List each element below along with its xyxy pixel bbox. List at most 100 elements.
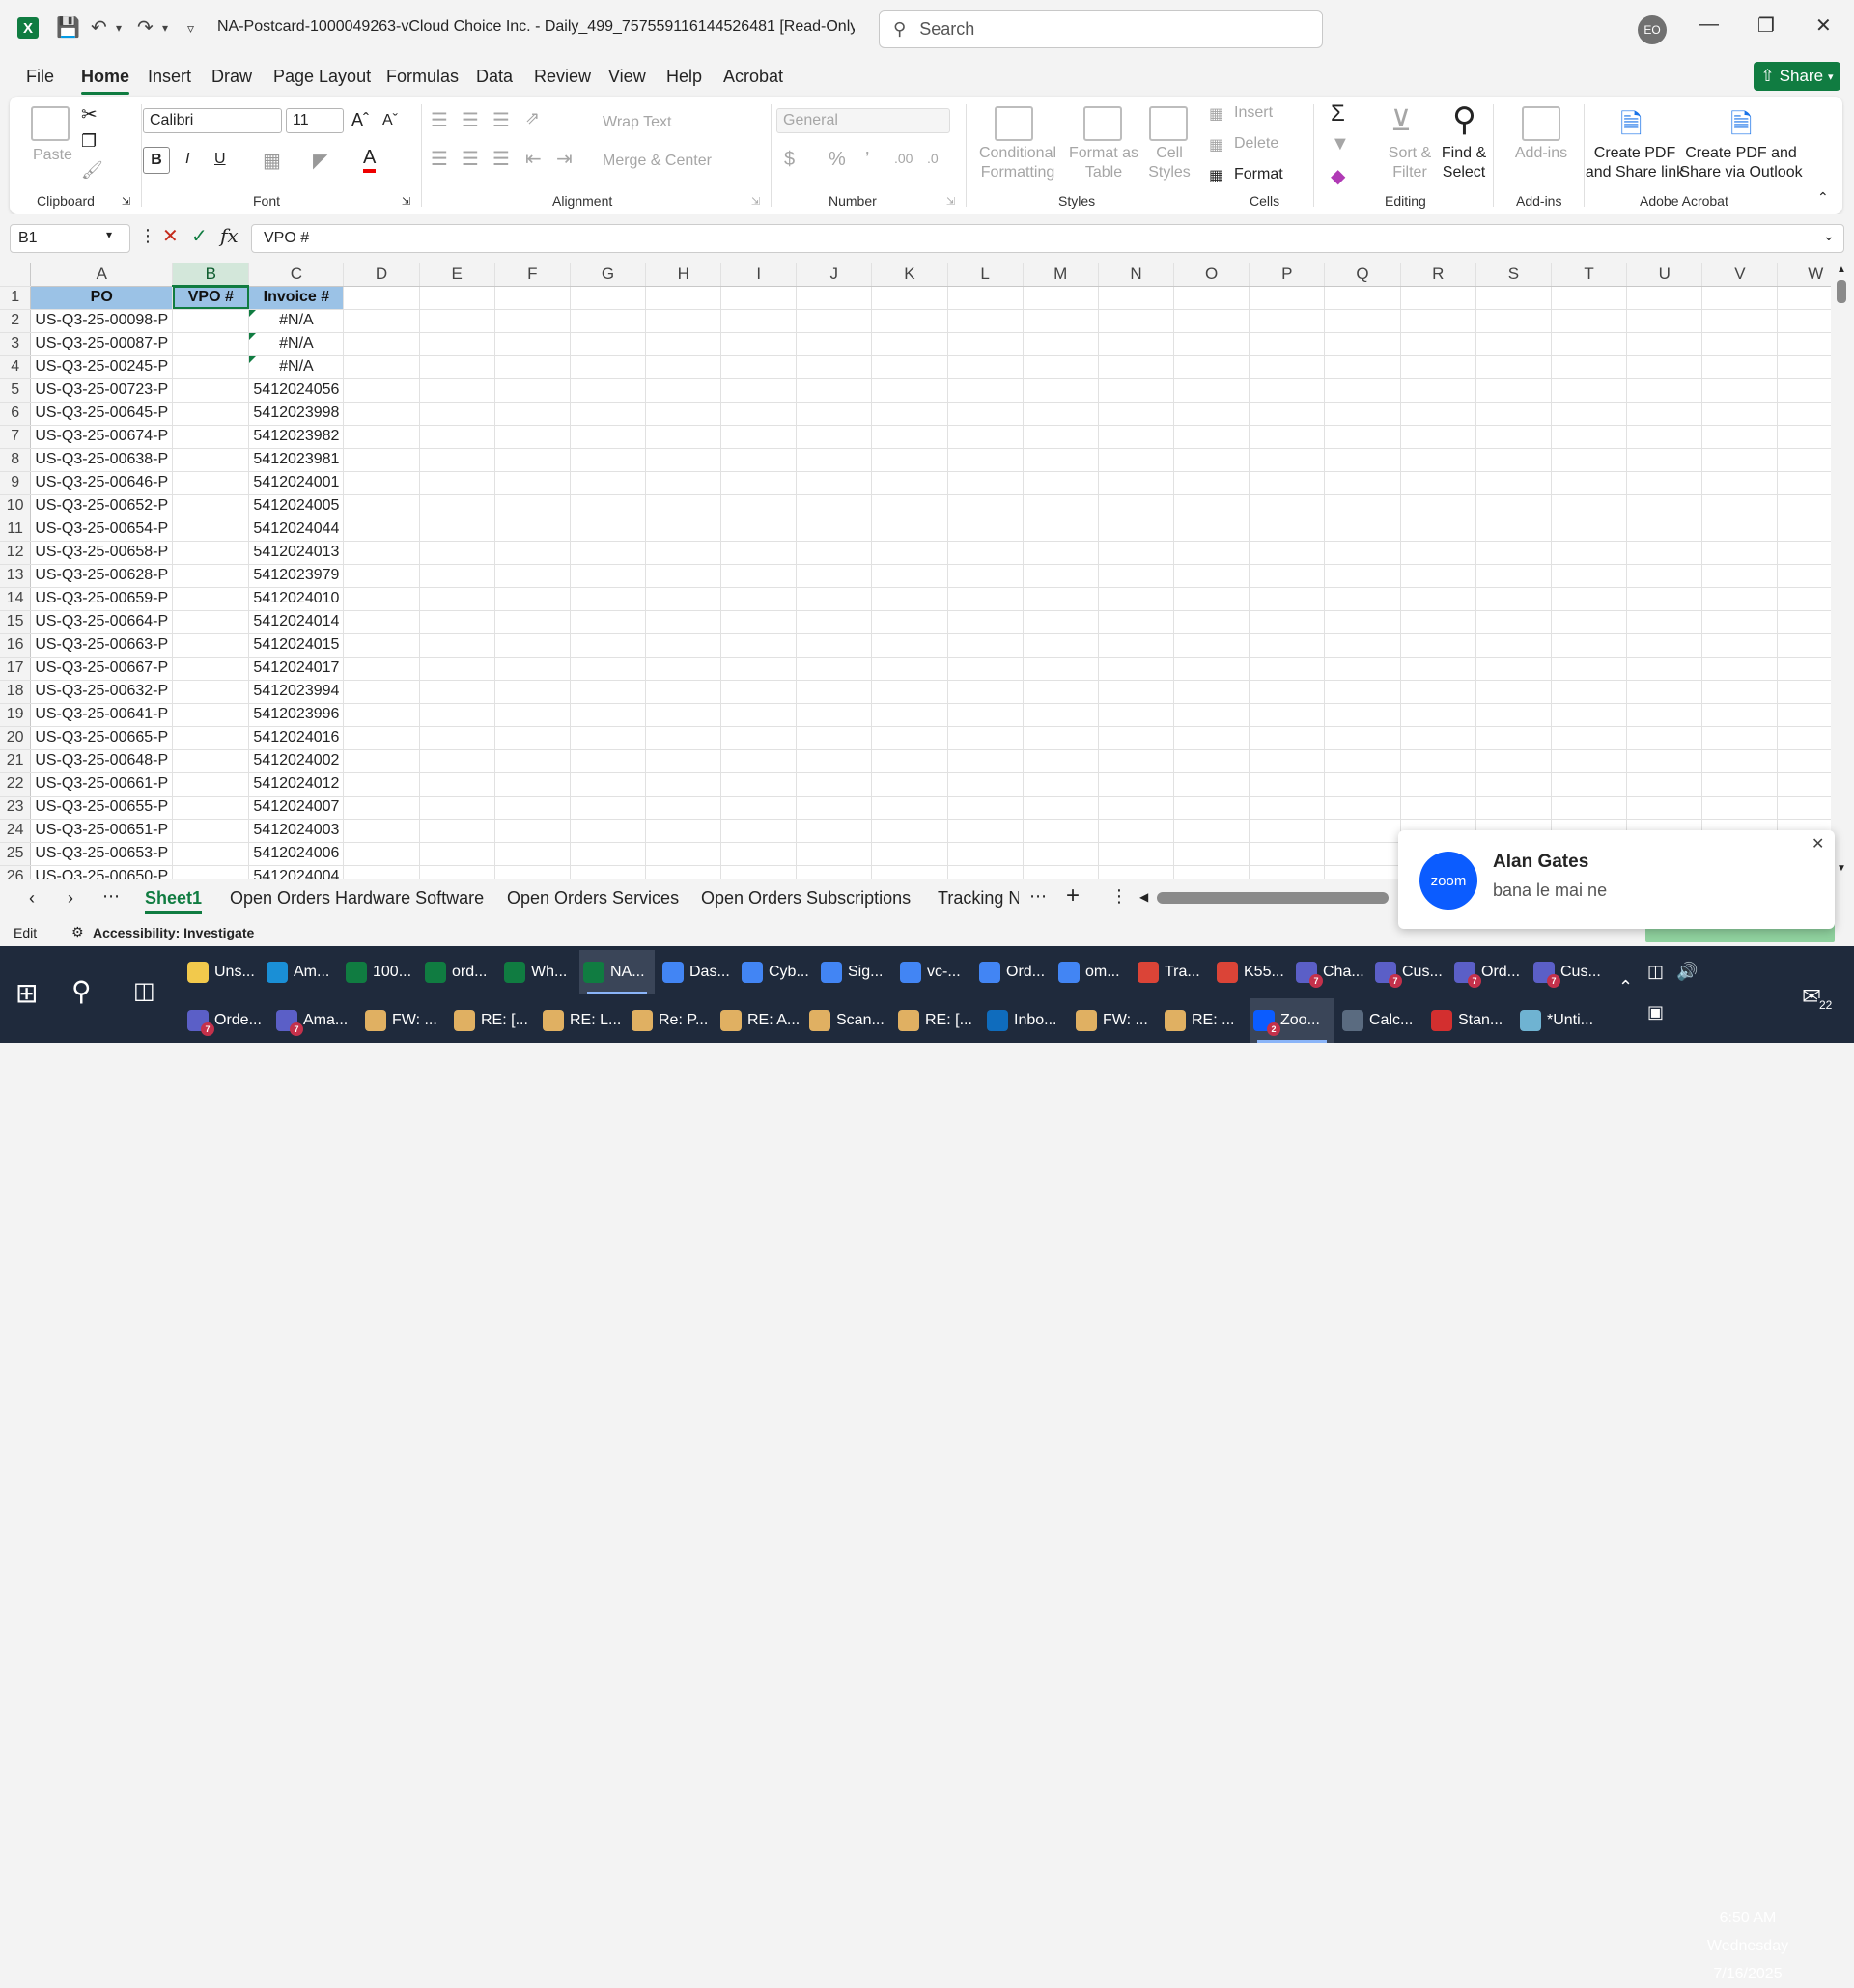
cell[interactable]	[1249, 796, 1326, 820]
cell[interactable]	[570, 749, 647, 773]
cell[interactable]	[343, 518, 420, 542]
row-header[interactable]: 12	[0, 541, 32, 565]
cell-table[interactable]: A B C D E F G H I J K L M N O P Q R S T U V W 1 PO VPO # Invoice #…	[0, 263, 1854, 879]
cell[interactable]	[1551, 633, 1628, 658]
cell[interactable]	[1701, 448, 1779, 472]
cell[interactable]	[1324, 842, 1401, 866]
cell[interactable]	[645, 749, 722, 773]
cell[interactable]	[419, 541, 495, 565]
cell[interactable]	[947, 865, 1024, 879]
cell[interactable]	[1400, 633, 1476, 658]
cell[interactable]	[1098, 494, 1175, 518]
number-launcher-icon[interactable]: ⇲	[946, 195, 955, 208]
taskbar-app-excel[interactable]: 100...	[342, 950, 417, 994]
cell[interactable]	[1023, 541, 1099, 565]
cell[interactable]	[1400, 772, 1476, 797]
column-header-f[interactable]: F	[494, 263, 571, 287]
cell[interactable]	[343, 657, 420, 681]
invoice-cell[interactable]: 5412024044	[248, 518, 345, 542]
cell[interactable]	[645, 633, 722, 658]
cell[interactable]	[570, 726, 647, 750]
cell[interactable]	[1098, 518, 1175, 542]
cell[interactable]	[172, 448, 250, 472]
cell[interactable]	[1626, 610, 1703, 634]
save-icon[interactable]: 💾	[56, 15, 80, 41]
cell[interactable]	[1701, 518, 1779, 542]
row-header[interactable]: 26	[0, 865, 32, 879]
cell[interactable]	[494, 332, 571, 356]
cell[interactable]	[947, 518, 1024, 542]
cell[interactable]	[1173, 309, 1250, 333]
cell[interactable]	[1475, 355, 1552, 379]
cell[interactable]	[570, 425, 647, 449]
cell[interactable]	[796, 518, 873, 542]
cell[interactable]	[645, 865, 722, 879]
format-cells-button[interactable]: Format	[1234, 166, 1283, 183]
taskbar-app-mail[interactable]: Scan...	[805, 998, 890, 1043]
cell[interactable]	[1249, 749, 1326, 773]
cell[interactable]	[1324, 819, 1401, 843]
cell[interactable]	[419, 865, 495, 879]
row-header[interactable]: 15	[0, 610, 32, 634]
cell[interactable]	[419, 680, 495, 704]
po-cell[interactable]: US-Q3-25-00659-P	[30, 587, 174, 611]
cell[interactable]	[1023, 448, 1099, 472]
cell[interactable]	[1626, 680, 1703, 704]
cell[interactable]	[343, 425, 420, 449]
cell[interactable]	[720, 587, 798, 611]
taskbar-app-teams[interactable]: 7 Ord...	[1450, 950, 1526, 994]
column-header-p[interactable]: P	[1249, 263, 1326, 287]
expand-formula-icon[interactable]: ⌄	[1823, 228, 1835, 244]
cell[interactable]	[1324, 610, 1401, 634]
cell[interactable]	[871, 309, 948, 333]
cell[interactable]	[494, 749, 571, 773]
cell[interactable]	[1023, 378, 1099, 403]
row-header[interactable]: 2	[0, 309, 32, 333]
cell[interactable]	[1626, 494, 1703, 518]
find-select-line1[interactable]: Find &	[1429, 145, 1499, 162]
cell[interactable]	[172, 425, 250, 449]
po-cell[interactable]: US-Q3-25-00650-P	[30, 865, 174, 879]
cell[interactable]	[1551, 448, 1628, 472]
taskbar-app-mail[interactable]: RE: [...	[450, 998, 535, 1043]
menu-page-layout[interactable]: Page Layout	[273, 67, 371, 87]
redo-dropdown-icon[interactable]: ▾	[162, 15, 168, 41]
close-notification-icon[interactable]: ✕	[1812, 834, 1824, 854]
cell[interactable]	[1023, 657, 1099, 681]
menu-help[interactable]: Help	[666, 67, 702, 87]
cell[interactable]	[1626, 518, 1703, 542]
column-header-k[interactable]: K	[871, 263, 948, 287]
cell[interactable]	[570, 796, 647, 820]
cell[interactable]	[1324, 309, 1401, 333]
invoice-cell[interactable]: 5412024017	[248, 657, 345, 681]
cell[interactable]	[1098, 749, 1175, 773]
invoice-cell[interactable]: #N/A	[248, 355, 345, 379]
cell[interactable]	[494, 564, 571, 588]
cell[interactable]	[494, 726, 571, 750]
find-select-line2[interactable]: Select	[1429, 164, 1499, 182]
taskbar-app-teams[interactable]: 7 Ama...	[272, 998, 357, 1043]
cell[interactable]	[343, 703, 420, 727]
taskbar-app-teams[interactable]: 7 Cha...	[1292, 950, 1367, 994]
cell[interactable]	[419, 332, 495, 356]
cell[interactable]	[1023, 355, 1099, 379]
cell[interactable]	[871, 564, 948, 588]
cell[interactable]	[1324, 332, 1401, 356]
cell[interactable]	[1023, 633, 1099, 658]
cell[interactable]	[419, 726, 495, 750]
spreadsheet-grid[interactable]: A B C D E F G H I J K L M N O P Q R S T U V W 1 PO VPO # Invoice #…	[0, 263, 1854, 879]
column-header-g[interactable]: G	[570, 263, 647, 287]
column-header-r[interactable]: R	[1400, 263, 1476, 287]
taskbar-app-folder[interactable]: Uns...	[183, 950, 259, 994]
row-header[interactable]: 14	[0, 587, 32, 611]
taskbar-app-mail[interactable]: RE: L...	[539, 998, 624, 1043]
windows-start-icon[interactable]: ⊞	[15, 977, 38, 1009]
cell[interactable]	[1400, 494, 1476, 518]
more-icon[interactable]: ⋮	[139, 226, 156, 246]
cell[interactable]	[720, 680, 798, 704]
cell[interactable]	[1098, 819, 1175, 843]
cell[interactable]	[645, 309, 722, 333]
cell[interactable]	[720, 842, 798, 866]
po-cell[interactable]: US-Q3-25-00664-P	[30, 610, 174, 634]
cell[interactable]	[343, 494, 420, 518]
